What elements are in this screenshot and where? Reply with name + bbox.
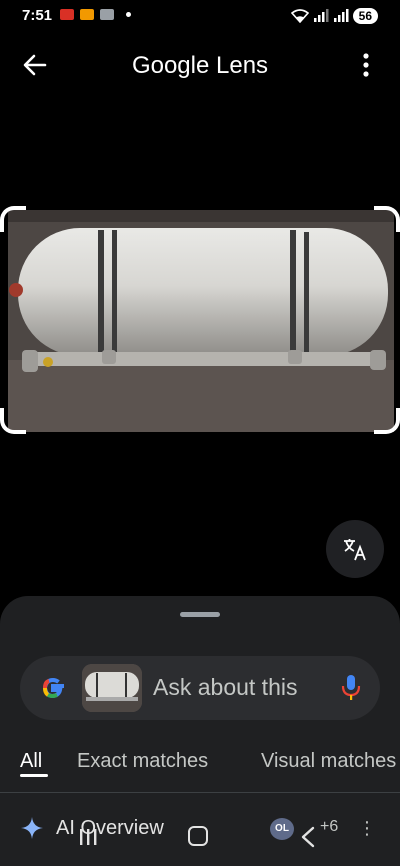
signal-icon bbox=[333, 9, 349, 22]
search-bar[interactable]: Ask about this bbox=[20, 656, 380, 720]
search-input[interactable]: Ask about this bbox=[153, 674, 313, 701]
battery-indicator: 56 bbox=[352, 8, 378, 24]
sheet-drag-handle[interactable] bbox=[180, 612, 220, 617]
system-navigation-bar bbox=[0, 808, 400, 866]
notification-icons bbox=[60, 9, 131, 20]
home-icon[interactable] bbox=[188, 826, 208, 846]
app-notification-icon bbox=[60, 9, 74, 20]
status-time: 7:51 bbox=[22, 7, 53, 24]
more-options-button[interactable] bbox=[356, 52, 376, 78]
google-logo-icon bbox=[42, 677, 64, 699]
tab-all[interactable]: All bbox=[20, 750, 42, 773]
app-header: Google Lens bbox=[0, 40, 400, 90]
tab-exact-matches[interactable]: Exact matches bbox=[77, 750, 208, 773]
signal-icon bbox=[313, 9, 329, 22]
crop-handle-bottom-left[interactable] bbox=[0, 408, 26, 434]
query-image-thumbnail[interactable] bbox=[82, 664, 142, 712]
status-bar: 7:51 56 bbox=[0, 0, 400, 32]
back-icon[interactable] bbox=[300, 826, 316, 848]
mic-icon[interactable] bbox=[340, 674, 362, 702]
gas-tank-photo bbox=[8, 210, 394, 432]
vertical-dots-icon bbox=[363, 53, 369, 77]
tab-visual-matches[interactable]: Visual matches bbox=[261, 750, 396, 773]
result-tabs: All Exact matches Visual matches bbox=[0, 746, 400, 792]
selected-image-region[interactable] bbox=[0, 206, 400, 434]
app-notification-icon bbox=[100, 9, 114, 20]
system-status: 56 bbox=[290, 8, 378, 24]
translate-button[interactable] bbox=[326, 520, 384, 578]
recent-apps-icon[interactable] bbox=[78, 828, 98, 846]
crop-handle-top-left[interactable] bbox=[0, 206, 26, 232]
more-notifications-dot-icon bbox=[126, 12, 131, 17]
thumbnail-image bbox=[82, 664, 142, 712]
crop-handle-top-right[interactable] bbox=[374, 206, 400, 232]
translate-icon bbox=[344, 539, 366, 561]
wifi-icon bbox=[290, 9, 309, 23]
page-title: Google Lens bbox=[131, 52, 269, 79]
app-notification-icon bbox=[80, 9, 94, 20]
crop-handle-bottom-right[interactable] bbox=[374, 408, 400, 434]
divider bbox=[0, 792, 400, 793]
active-tab-indicator bbox=[20, 774, 48, 777]
